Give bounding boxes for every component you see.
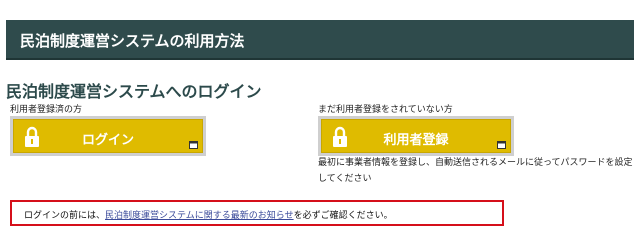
register-button-frame: 利用者登録: [318, 116, 514, 156]
registration-note: 最初に事業者情報を登録し、自動送信されるメールに従ってパスワードを設定してくださ…: [318, 158, 633, 184]
login-notice-box: ログインの前には、民泊制度運営システムに関する最新のお知らせを必ずご確認ください…: [10, 200, 504, 226]
register-button[interactable]: 利用者登録: [321, 119, 511, 153]
register-button-label: 利用者登録: [383, 133, 449, 148]
login-section-heading: 民泊制度運営システムへのログイン: [6, 82, 262, 101]
login-button-frame: ログイン: [10, 116, 206, 156]
login-notice: ログインの前には、民泊制度運営システムに関する最新のお知らせを必ずご確認ください…: [24, 208, 393, 221]
page-title: 民泊制度運営システムの利用方法: [20, 32, 245, 50]
notice-prefix: ログインの前には、: [24, 211, 106, 221]
login-button[interactable]: ログイン: [13, 119, 203, 153]
new-window-icon: [497, 141, 506, 149]
registered-user-caption: 利用者登録済の方: [10, 105, 83, 115]
new-window-icon: [189, 141, 198, 149]
latest-news-link[interactable]: 民泊制度運営システムに関する最新のお知らせ: [105, 211, 294, 221]
page-header-banner: 民泊制度運営システムの利用方法: [6, 20, 634, 60]
unregistered-user-caption: まだ利用者登録をされていない方: [318, 105, 453, 115]
notice-suffix: を必ずご確認ください。: [293, 211, 393, 221]
login-button-label: ログイン: [81, 133, 134, 148]
